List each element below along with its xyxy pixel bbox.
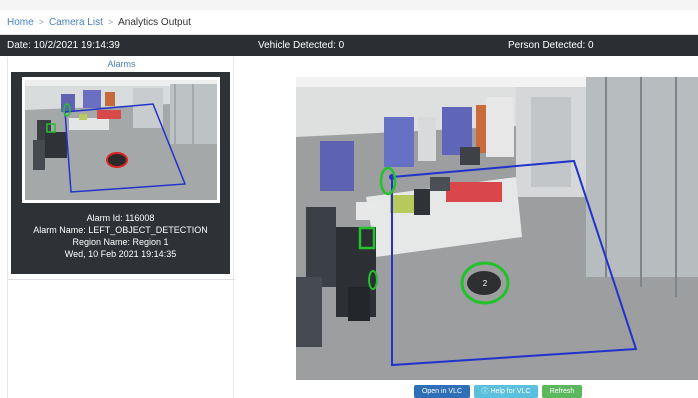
breadcrumb-home-link[interactable]: Home	[7, 17, 34, 28]
alarm-card[interactable]: Alarm Id: 116008 Alarm Name: LEFT_OBJECT…	[11, 72, 230, 274]
alarm-id: Alarm Id: 116008	[86, 213, 155, 223]
alarm-thumbnail[interactable]	[22, 77, 220, 203]
panel-divider	[8, 279, 235, 280]
alarm-thumbnail-scene	[25, 80, 217, 200]
help-for-vlc-button[interactable]: ⓘ Help for VLC	[474, 385, 538, 398]
status-vehicle-count: Vehicle Detected: 0	[258, 40, 345, 51]
breadcrumb-camera-list-link[interactable]: Camera List	[49, 17, 103, 28]
status-person-count: Person Detected: 0	[508, 40, 594, 51]
analytics-video-feed[interactable]: 2	[296, 77, 698, 380]
status-date: Date: 10/2/2021 19:14:39	[7, 40, 120, 51]
alarm-region-name: Region Name: Region 1	[72, 237, 169, 247]
alarm-details: Alarm Id: 116008 Alarm Name: LEFT_OBJECT…	[11, 212, 230, 260]
refresh-button[interactable]: Refresh	[542, 385, 582, 398]
breadcrumb-separator: >	[107, 17, 114, 27]
video-actions: Open in VLC ⓘ Help for VLC Refresh	[0, 385, 698, 398]
open-in-vlc-button[interactable]: Open in VLC	[414, 385, 470, 398]
breadcrumb-separator: >	[38, 17, 44, 27]
breadcrumb: Home > Camera List > Analytics Output	[0, 10, 698, 35]
alarm-name: Alarm Name: LEFT_OBJECT_DETECTION	[33, 225, 208, 235]
breadcrumb-current: Analytics Output	[118, 17, 191, 28]
detection-id-label: 2	[483, 279, 488, 288]
top-strip	[0, 0, 698, 10]
help-for-vlc-label: Help for VLC	[490, 388, 531, 395]
alarms-panel: Alarms Alarm Id: 116008 Alarm Name: LEFT…	[7, 57, 235, 398]
alarms-title[interactable]: Alarms	[8, 59, 235, 69]
status-bar: Date: 10/2/2021 19:14:39 Vehicle Detecte…	[0, 35, 698, 56]
alarm-timestamp: Wed, 10 Feb 2021 19:14:35	[64, 249, 177, 259]
video-scene: 2	[296, 77, 698, 380]
